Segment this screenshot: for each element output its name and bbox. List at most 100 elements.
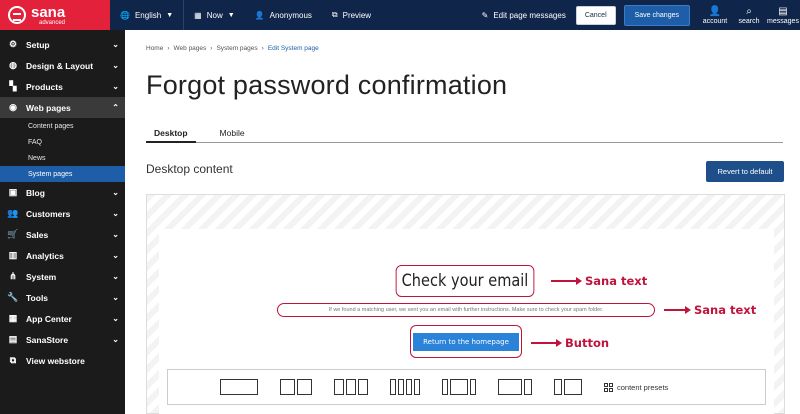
tab-desktop[interactable]: Desktop (146, 126, 196, 143)
user-icon: 👤 (254, 10, 265, 20)
tab-mobile[interactable]: Mobile (212, 126, 253, 143)
revert-to-default-button[interactable]: Revert to default (706, 161, 784, 182)
cancel-button[interactable]: Cancel (575, 5, 616, 25)
messages-icon: ▤ (778, 5, 788, 17)
sidebar-item-label: Products (26, 81, 63, 92)
sidebar-item-customers[interactable]: 👥 Customers ⌄ (0, 203, 125, 224)
external-link-icon: ⧉ (9, 355, 17, 365)
preset-wide-narrow[interactable] (498, 379, 532, 395)
sidebar-item-sales[interactable]: 🛒 Sales ⌄ (0, 224, 125, 245)
sidebar-subitem-system-pages[interactable]: System pages (0, 166, 125, 182)
account-button[interactable]: 👤 account (698, 6, 732, 25)
breadcrumb-current: Edit System page (267, 45, 319, 52)
sidebar-item-label: SanaStore (26, 334, 69, 345)
sidebar-item-view-webstore[interactable]: ⧉ View webstore (0, 350, 125, 371)
content-row[interactable]: Check your email Sana text If we found a… (159, 229, 774, 414)
sidebar-item-label: Customers (26, 208, 71, 219)
sidebar-item-products[interactable]: ▚ Products ⌄ (0, 76, 125, 97)
language-label: English (134, 10, 162, 20)
breadcrumb: Home › Web pages › System pages › Edit Syst… (146, 45, 319, 52)
sana-logo[interactable]: sana advanced (0, 0, 110, 30)
language-selector[interactable]: 🌐 English ▼ (110, 0, 183, 30)
sidebar-subitem-content-pages[interactable]: Content pages (0, 118, 125, 134)
annotation-label: Sana text (694, 303, 757, 317)
preset-3-columns[interactable] (334, 379, 368, 395)
chevron-down-icon: ⌄ (112, 314, 119, 323)
sidebar-item-setup[interactable]: ⚙ Setup ⌄ (0, 34, 125, 55)
external-link-icon: ⧉ (331, 10, 338, 19)
chevron-down-icon: ⌄ (112, 335, 119, 344)
preset-4-columns[interactable] (390, 379, 420, 395)
sidebar-item-label: App Center (26, 313, 72, 324)
annotation-label: Sana text (585, 274, 648, 288)
brand-name: sana (31, 3, 66, 21)
account-icon: 👤 (708, 5, 722, 17)
date-label: Now (206, 10, 223, 20)
account-label: account (702, 17, 728, 25)
store-icon: ▤ (8, 334, 18, 344)
analytics-icon: ▥ (8, 250, 18, 260)
system-icon: ⋔ (9, 271, 17, 281)
blog-icon: ▣ (8, 187, 18, 197)
preset-1-column[interactable] (220, 379, 258, 395)
sidebar-subitem-news[interactable]: News (0, 150, 125, 166)
chevron-down-icon: ⌄ (112, 230, 119, 239)
chevron-down-icon: ⌄ (112, 82, 119, 91)
chevron-down-icon: ▼ (227, 11, 235, 19)
sidebar-item-label: Setup (26, 39, 50, 50)
arrow-icon (551, 278, 582, 284)
preset-2-columns[interactable] (280, 379, 312, 395)
search-button[interactable]: ⌕ search (732, 6, 766, 25)
preset-narrow-wide-narrow[interactable] (442, 379, 476, 395)
edit-page-messages-button[interactable]: ✎ Edit page messages (472, 0, 576, 30)
globe-icon: 🌐 (120, 10, 130, 20)
section-title: Desktop content (146, 162, 233, 176)
user-selector[interactable]: 👤 Anonymous (245, 0, 322, 30)
arrow-icon (531, 340, 562, 346)
sidebar-item-label: View webstore (26, 355, 85, 366)
sidebar-item-label: Analytics (26, 250, 64, 261)
chevron-down-icon: ⌄ (112, 61, 119, 70)
save-changes-button[interactable]: Save changes (623, 4, 690, 26)
sidebar-item-label: Blog (26, 187, 45, 198)
sidebar-item-app-center[interactable]: ▦ App Center ⌄ (0, 308, 125, 329)
paragraph-block[interactable]: If we found a matching user, we sent you… (277, 303, 655, 317)
sidebar-item-label: Tools (26, 292, 49, 303)
messages-label: messages (767, 17, 799, 25)
preview-button[interactable]: ⧉ Preview (322, 0, 381, 30)
sidebar-subitem-faq[interactable]: FAQ (0, 134, 125, 150)
user-label: Anonymous (269, 10, 312, 20)
preset-narrow-wide[interactable] (554, 379, 582, 395)
breadcrumb-home[interactable]: Home (146, 45, 163, 52)
wrench-icon: 🔧 (7, 292, 19, 302)
heading-block[interactable]: Check your email (395, 265, 535, 297)
products-icon: ▚ (9, 81, 17, 91)
search-label: search (738, 17, 760, 25)
content-presets-button[interactable]: content presets (604, 382, 668, 392)
chevron-down-icon: ⌄ (112, 293, 119, 302)
sidebar-item-system[interactable]: ⋔ System ⌄ (0, 266, 125, 287)
sidebar-item-web-pages[interactable]: ◉ Web pages ⌃ (0, 97, 125, 118)
sidebar-item-tools[interactable]: 🔧 Tools ⌄ (0, 287, 125, 308)
calendar-icon: ▦ (194, 10, 202, 20)
sidebar-item-analytics[interactable]: ▥ Analytics ⌄ (0, 245, 125, 266)
content-canvas: Check your email Sana text If we found a… (146, 194, 785, 414)
top-bar: sana advanced 🌐 English ▼ ▦ Now ▼ 👤 Anon… (0, 0, 800, 30)
sidebar-item-design-layout[interactable]: ◍ Design & Layout ⌄ (0, 55, 125, 76)
apps-icon: ▦ (8, 313, 18, 323)
sidebar-item-label: Sales (26, 229, 49, 240)
sidebar-item-blog[interactable]: ▣ Blog ⌄ (0, 182, 125, 203)
date-selector[interactable]: ▦ Now ▼ (184, 0, 245, 30)
messages-button[interactable]: ▤ messages (766, 6, 800, 25)
chevron-down-icon: ⌄ (112, 209, 119, 218)
breadcrumb-web-pages[interactable]: Web pages (174, 45, 207, 52)
sidebar-item-sanastore[interactable]: ▤ SanaStore ⌄ (0, 329, 125, 350)
page-title: Forgot password confirmation (146, 70, 508, 100)
sidebar-item-label: Design & Layout (26, 60, 94, 71)
annotation-label: Button (565, 336, 610, 350)
breadcrumb-system-pages[interactable]: System pages (216, 45, 257, 52)
button-block[interactable]: Return to the homepage (410, 325, 522, 358)
chevron-down-icon: ⌄ (112, 40, 119, 49)
gear-icon: ⚙ (8, 39, 18, 49)
return-to-homepage-button[interactable]: Return to the homepage (413, 332, 519, 351)
